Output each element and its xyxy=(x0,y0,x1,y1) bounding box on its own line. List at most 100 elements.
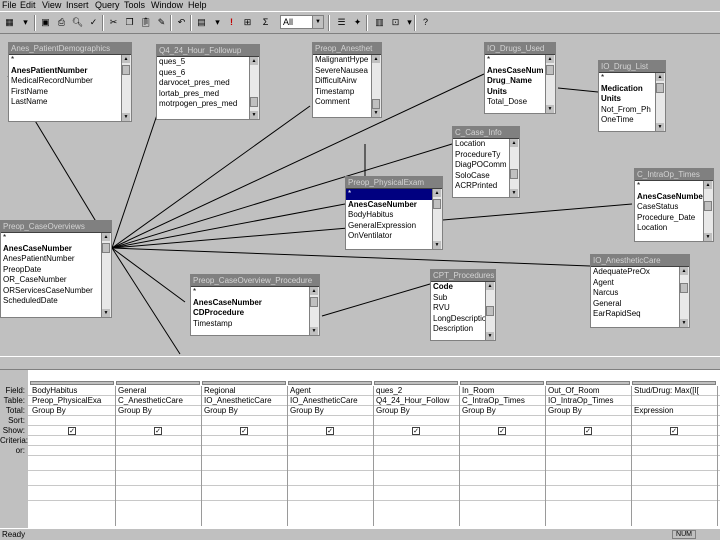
table-title[interactable]: C_Case_Info xyxy=(453,127,519,139)
scroll-thumb[interactable] xyxy=(250,97,258,107)
chevron-down-icon[interactable]: ▼ xyxy=(312,16,323,28)
scroll-thumb[interactable] xyxy=(510,169,518,179)
field-item[interactable]: Agent xyxy=(591,278,679,289)
scroll-up-icon[interactable]: ▲ xyxy=(486,282,494,290)
menu-help[interactable]: Help xyxy=(188,0,207,11)
scroll-down-icon[interactable]: ▼ xyxy=(704,233,712,241)
scroll-thumb[interactable] xyxy=(122,65,130,75)
save-icon[interactable]: ▣ xyxy=(38,15,53,30)
scrollbar[interactable]: ▲ ▼ xyxy=(545,55,555,113)
table-window[interactable]: C_Case_Info Location ProcedureTy DiagPOC… xyxy=(452,126,520,198)
show-checkbox[interactable]: ✓ xyxy=(240,427,248,435)
field-item[interactable]: Units xyxy=(485,87,545,98)
grid-total-cell[interactable]: Group By xyxy=(374,406,460,416)
table-window[interactable]: Preop_CaseOverview_Procedure * AnesCaseN… xyxy=(190,274,320,336)
scroll-up-icon[interactable]: ▲ xyxy=(102,233,110,241)
grid-table-cell[interactable]: C_AnestheticCare xyxy=(116,396,202,406)
field-item[interactable]: AnesPatientNumber xyxy=(9,66,121,77)
field-item[interactable]: OR_CaseNumber xyxy=(1,275,101,286)
scroll-thumb[interactable] xyxy=(433,199,441,209)
menu-file[interactable]: File xyxy=(2,0,17,11)
field-item[interactable]: motrpogen_pres_med xyxy=(157,99,249,110)
field-item[interactable]: DiagPOComm xyxy=(453,160,509,171)
table-window[interactable]: C_IntraOp_Times * AnesCaseNumber CaseSta… xyxy=(634,168,714,242)
grid-table-cell[interactable]: IO_AnestheticCare xyxy=(202,396,288,406)
table-title[interactable]: Anes_PatientDemographics xyxy=(9,43,131,55)
table-title[interactable]: Preop_CaseOverview_Procedure xyxy=(191,275,319,287)
field-item[interactable]: SoloCase xyxy=(453,171,509,182)
grid-field-cell[interactable]: Stud/Drug: Max([I[ xyxy=(632,386,718,396)
new-object-icon[interactable]: ⊡ xyxy=(388,15,403,30)
table-window[interactable]: IO_Drugs_Used * AnesCaseNum Drug_Name Un… xyxy=(484,42,556,114)
field-item[interactable]: * xyxy=(9,55,121,66)
table-title[interactable]: Preop_PhysicalExam xyxy=(346,177,442,189)
scroll-thumb[interactable] xyxy=(486,306,494,316)
paste-icon[interactable]: 📋︎ xyxy=(138,15,153,30)
grid-table-cell[interactable]: IO_AnestheticCare xyxy=(288,396,374,406)
show-checkbox[interactable]: ✓ xyxy=(154,427,162,435)
field-item[interactable]: SevereNausea xyxy=(313,66,371,77)
field-item[interactable]: Location xyxy=(635,223,703,234)
column-selector[interactable] xyxy=(288,381,372,385)
column-selector[interactable] xyxy=(30,381,114,385)
view-dropdown-arrow-icon[interactable]: ▾ xyxy=(18,15,33,30)
database-window-icon[interactable]: ▥ xyxy=(372,15,387,30)
field-item[interactable]: EarRapidSeq xyxy=(591,309,679,320)
field-item[interactable]: Comment xyxy=(313,97,371,108)
grid-total-cell[interactable]: Group By xyxy=(30,406,116,416)
field-item[interactable]: ORServicesCaseNumber xyxy=(1,286,101,297)
print-preview-icon[interactable]: 🔍︎ xyxy=(70,15,85,30)
menu-edit[interactable]: Edit xyxy=(20,0,36,11)
field-item[interactable]: * xyxy=(346,189,432,200)
top-values-combo[interactable]: All ▼ xyxy=(280,15,324,29)
scroll-thumb[interactable] xyxy=(656,83,664,93)
scroll-thumb[interactable] xyxy=(680,283,688,293)
copy-icon[interactable]: ❐ xyxy=(122,15,137,30)
menu-query[interactable]: Query xyxy=(95,0,120,11)
show-checkbox[interactable]: ✓ xyxy=(326,427,334,435)
column-selector[interactable] xyxy=(374,381,458,385)
field-item[interactable]: Sub xyxy=(431,293,485,304)
table-title[interactable]: IO_Drugs_Used xyxy=(485,43,555,55)
field-item[interactable]: FirstName xyxy=(9,87,121,98)
field-item[interactable]: Narcus xyxy=(591,288,679,299)
field-item[interactable]: GeneralExpression xyxy=(346,221,432,232)
table-window[interactable]: Anes_PatientDemographics * AnesPatientNu… xyxy=(8,42,132,122)
grid-field-cell[interactable]: ques_2 xyxy=(374,386,460,396)
field-item[interactable]: MalignantHype xyxy=(313,55,371,66)
field-item[interactable]: RVU xyxy=(431,303,485,314)
query-type-dropdown-icon[interactable]: ▾ xyxy=(210,15,225,30)
field-item[interactable]: * xyxy=(599,73,655,84)
help-icon[interactable]: ? xyxy=(418,15,433,30)
field-item[interactable]: Location xyxy=(453,139,509,150)
scroll-thumb[interactable] xyxy=(310,297,318,307)
show-checkbox[interactable]: ✓ xyxy=(412,427,420,435)
scrollbar[interactable]: ▲ ▼ xyxy=(655,73,665,131)
table-window[interactable]: Preop_CaseOverviews * AnesCaseNumber Ane… xyxy=(0,220,112,318)
scrollbar[interactable]: ▲ ▼ xyxy=(679,267,689,327)
scroll-down-icon[interactable]: ▼ xyxy=(510,189,518,197)
field-item[interactable]: OneTime xyxy=(599,115,655,126)
scrollbar[interactable]: ▲ ▼ xyxy=(432,189,442,249)
field-item[interactable]: ProcedureTy xyxy=(453,150,509,161)
field-item[interactable]: AnesCaseNumber xyxy=(191,298,309,309)
table-title[interactable]: Q4_24_Hour_Followup xyxy=(157,45,259,57)
scrollbar[interactable]: ▲ ▼ xyxy=(371,55,381,117)
scrollbar[interactable]: ▲ ▼ xyxy=(703,181,713,241)
field-item[interactable]: Units xyxy=(599,94,655,105)
scroll-up-icon[interactable]: ▲ xyxy=(704,181,712,189)
scroll-up-icon[interactable]: ▲ xyxy=(433,189,441,197)
field-item[interactable]: * xyxy=(485,55,545,66)
grid-total-cell[interactable]: Group By xyxy=(288,406,374,416)
cut-icon[interactable]: ✂ xyxy=(106,15,121,30)
column-selector[interactable] xyxy=(202,381,286,385)
field-item[interactable]: CaseStatus xyxy=(635,202,703,213)
field-item[interactable]: * xyxy=(635,181,703,192)
table-title[interactable]: C_IntraOp_Times xyxy=(635,169,713,181)
show-checkbox[interactable]: ✓ xyxy=(498,427,506,435)
field-item[interactable]: Total_Dose xyxy=(485,97,545,108)
table-window[interactable]: IO_AnestheticCare AdequatePreOx Agent Na… xyxy=(590,254,690,328)
grid-total-cell[interactable]: Group By xyxy=(202,406,288,416)
scroll-down-icon[interactable]: ▼ xyxy=(680,319,688,327)
scroll-down-icon[interactable]: ▼ xyxy=(102,309,110,317)
